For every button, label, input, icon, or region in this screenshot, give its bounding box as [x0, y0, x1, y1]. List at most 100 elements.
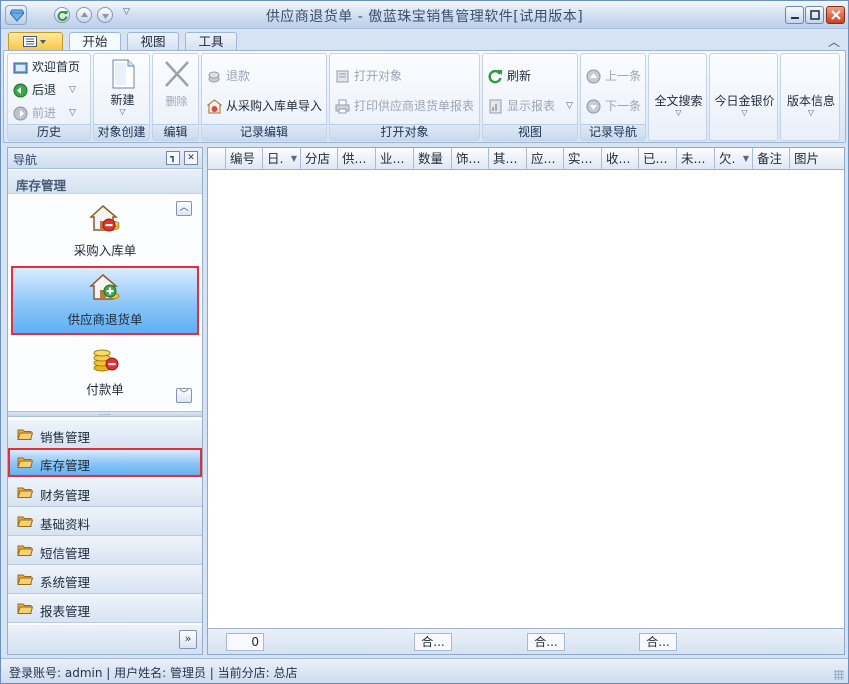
gold-price-button[interactable]: 今日金银价 ▽	[712, 92, 777, 117]
pin-icon[interactable]: ┓	[166, 151, 180, 165]
close-icon	[831, 10, 841, 20]
resize-grip-icon[interactable]	[834, 670, 844, 680]
nav-item-purchase-inbound[interactable]: 采购入库单	[11, 197, 199, 266]
nav-group-basic-data[interactable]: 基础资料	[8, 507, 202, 536]
group-record-nav-label: 记录导航	[581, 124, 645, 140]
delete-button[interactable]: 删除	[156, 57, 197, 123]
back-dropdown-icon[interactable]: ▽	[69, 80, 76, 100]
group-view: 刷新 显示报表 ▽ 视图	[482, 53, 578, 141]
tab-tools[interactable]: 工具	[185, 32, 237, 52]
nav-group-sms[interactable]: 短信管理	[8, 536, 202, 565]
group-record-nav: 上一条 下一条 记录导航	[580, 53, 646, 141]
column-header[interactable]: 业...	[376, 148, 414, 170]
refresh-icon	[488, 69, 502, 84]
column-header[interactable]: 欠. ▼	[715, 148, 753, 170]
summary-cell[interactable]: 合...	[639, 633, 677, 651]
nav-more-icon[interactable]: »	[179, 630, 197, 649]
home-icon	[13, 62, 28, 74]
column-header[interactable]: 备注	[753, 148, 790, 170]
window-title: 供应商退货单 - 傲蓝珠宝销售管理软件[试用版本]	[265, 9, 584, 25]
refund-icon	[208, 71, 220, 83]
show-report-button[interactable]: 显示报表 ▽	[488, 96, 578, 116]
status-bar: 登录账号: admin | 用户姓名: 管理员 | 当前分店: 总店	[1, 658, 848, 683]
nav-item-payment[interactable]: 付款单	[11, 336, 199, 405]
column-header[interactable]: 收...	[602, 148, 639, 170]
column-header[interactable]: 编号	[226, 148, 263, 170]
group-fulltext: 全文搜索 ▽	[648, 53, 707, 141]
fulltext-search-button[interactable]: 全文搜索 ▽	[651, 92, 706, 117]
column-header[interactable]: 供...	[338, 148, 376, 170]
forward-button[interactable]: 前进 ▽	[13, 103, 89, 123]
refund-button[interactable]: 退款	[207, 66, 323, 86]
column-header[interactable]: 实...	[564, 148, 602, 170]
app-window: ▽ 供应商退货单 - 傲蓝珠宝销售管理软件[试用版本] 开始 视图 工具 ︿ 欢…	[0, 0, 849, 684]
nav-group-inventory[interactable]: 库存管理	[8, 448, 202, 477]
nav-group-finance[interactable]: 财务管理	[8, 478, 202, 507]
show-report-dropdown-icon[interactable]: ▽	[566, 96, 573, 116]
forward-arrow-icon	[13, 106, 28, 121]
navigation-pane: 导航 ┓ ✕ 库存管理 采购入库单 ︿ 供应商退货单 付款单 ﹀ ..... 销…	[7, 147, 203, 655]
open-object-button[interactable]: 打开对象	[335, 66, 475, 86]
folder-icon	[17, 603, 33, 614]
print-report-button[interactable]: 打印供应商退货单报表	[335, 96, 480, 116]
close-pane-icon[interactable]: ✕	[184, 151, 198, 165]
folder-icon	[17, 574, 33, 585]
delete-x-icon	[164, 61, 189, 87]
close-button[interactable]	[826, 6, 845, 24]
group-create: 新建 ▽ 对象创建	[93, 53, 150, 141]
minimize-button[interactable]	[785, 6, 804, 24]
report-icon	[489, 99, 502, 114]
column-header[interactable]: 其...	[489, 148, 527, 170]
column-header[interactable]: 应...	[527, 148, 564, 170]
column-header[interactable]: 饰...	[452, 148, 489, 170]
forward-dropdown-icon[interactable]: ▽	[69, 103, 76, 123]
nav-group-sales[interactable]: 销售管理	[8, 420, 202, 449]
tab-view[interactable]: 视图	[127, 32, 179, 52]
next-record-button[interactable]: 下一条	[586, 96, 644, 116]
import-from-purchase-button[interactable]: 从采购入库单导入	[207, 96, 327, 116]
refresh-button[interactable]: 刷新	[488, 66, 574, 86]
new-button[interactable]: 新建 ▽	[98, 57, 147, 123]
column-header[interactable]: 日. ▼	[263, 148, 301, 170]
group-history: 欢迎首页 后退 ▽ 前进 ▽ 历史	[7, 53, 91, 141]
nav-items-list: 采购入库单 ︿ 供应商退货单 付款单 ﹀	[8, 195, 202, 410]
nav-group-reports[interactable]: 报表管理	[8, 594, 202, 623]
maximize-button[interactable]	[805, 6, 824, 24]
back-button[interactable]: 后退 ▽	[13, 80, 89, 100]
summary-cell[interactable]: 合...	[527, 633, 565, 651]
group-gold-price: 今日金银价 ▽	[709, 53, 778, 141]
printer-icon	[335, 99, 350, 114]
minimize-icon	[791, 17, 799, 19]
column-header[interactable]: 数量	[414, 148, 452, 170]
nav-title: 导航	[13, 153, 38, 167]
nav-group-system[interactable]: 系统管理	[8, 565, 202, 594]
row-selector-header[interactable]	[208, 148, 226, 170]
summary-cell[interactable]: 合...	[414, 633, 452, 651]
file-menu-button[interactable]	[8, 32, 63, 51]
maximize-icon	[810, 10, 820, 20]
nav-splitter[interactable]: .....	[8, 410, 202, 417]
column-header[interactable]: 分店	[301, 148, 338, 170]
column-header[interactable]: 已...	[639, 148, 677, 170]
welcome-button[interactable]: 欢迎首页	[13, 57, 89, 77]
group-version: 版本信息 ▽	[780, 53, 840, 141]
nav-item-supplier-return[interactable]: 供应商退货单	[11, 266, 199, 335]
up-circle-icon	[586, 69, 601, 84]
column-header[interactable]: 图片	[790, 148, 844, 170]
column-filter-icon[interactable]: ▼	[743, 148, 749, 169]
nav-scroll-up-icon[interactable]: ︿	[176, 201, 192, 216]
column-header[interactable]: 未...	[677, 148, 715, 170]
new-document-icon	[112, 59, 134, 89]
supplier-return-icon	[89, 274, 120, 300]
folder-icon	[17, 516, 33, 527]
data-grid: 编号 日. ▼ 分店 供... 业... 数量 饰... 其... 应... 实.…	[207, 147, 845, 655]
grid-header: 编号 日. ▼ 分店 供... 业... 数量 饰... 其... 应... 实.…	[208, 148, 844, 170]
row-count-cell[interactable]: 0	[226, 633, 264, 651]
nav-scroll-down-icon[interactable]: ﹀	[176, 388, 192, 403]
grid-summary-footer: 0 合... 合... 合...	[208, 628, 844, 654]
column-filter-icon[interactable]: ▼	[291, 148, 297, 169]
collapse-ribbon-icon[interactable]: ︿	[828, 33, 840, 50]
version-info-button[interactable]: 版本信息 ▽	[783, 92, 839, 117]
prev-record-button[interactable]: 上一条	[586, 66, 644, 86]
ribbon: 欢迎首页 后退 ▽ 前进 ▽ 历史 新建 ▽ 对象创建 删除 编辑 退款 从采购…	[3, 50, 846, 143]
